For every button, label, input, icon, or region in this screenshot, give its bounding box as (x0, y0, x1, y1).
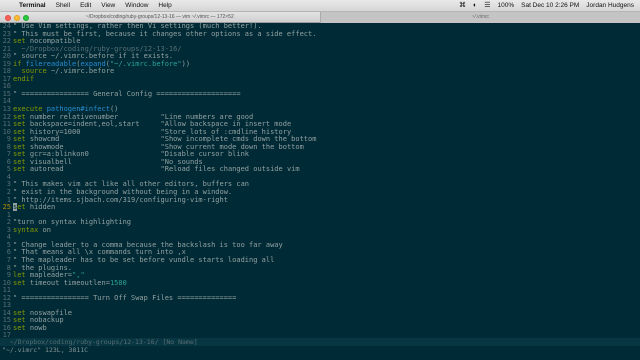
menu-bar: Terminal Shell Edit View Window Help ⌘ ◐… (0, 0, 640, 12)
editor-line[interactable]: 14 set noswapfile (0, 309, 640, 318)
editor-line[interactable]: 10 set timeout timeoutlen=1500 (0, 278, 640, 288)
tab-active[interactable]: ~/Dropbox/coding/ruby-groups/12-13-16 — … (0, 12, 320, 23)
code-token: ~/.vimrc.before (50, 67, 115, 76)
code-token: et (17, 203, 30, 212)
menu-item-edit[interactable]: Edit (75, 0, 96, 12)
line-text: set hidden (13, 203, 56, 212)
editor-line[interactable]: 15 set nobackup (0, 317, 640, 325)
minimize-window-button[interactable] (14, 14, 20, 21)
line-text: " ================ General Config ======… (13, 89, 241, 99)
menu-item-window[interactable]: Window (120, 0, 153, 12)
editor-line[interactable]: 12 " ================ Turn Off Swap Files… (0, 293, 640, 303)
editor-line[interactable]: 18 source ~/.vimrc.before (0, 68, 640, 76)
code-token: 1500 (109, 278, 127, 287)
editor-line[interactable]: 17 endif (0, 74, 640, 84)
code-token: " ================ General Config ======… (13, 89, 241, 98)
display-icon[interactable]: ◐ (473, 0, 477, 12)
code-token: "~/.vimrc.before" (109, 59, 182, 68)
tab-strip: ~/Dropbox/coding/ruby-groups/12-13-16 — … (0, 12, 640, 23)
code-token: timeout timeoutlen= (29, 278, 110, 287)
terminal-title-bar: ~/Dropbox/coding/ruby-groups/12-13-16 — … (0, 12, 640, 23)
menu-item-help[interactable]: Help (153, 0, 176, 12)
code-token: hidden (29, 203, 56, 212)
editor-line[interactable]: 7 " The mapleader has to be set before vu… (0, 256, 640, 265)
editor-line[interactable]: 23 " This must be first, because it chang… (0, 30, 640, 39)
code-token: )) (181, 59, 191, 68)
vim-status-line: ~/Dropbox/coding/ruby-groups/12-13-16/ [… (0, 338, 640, 346)
editor-line[interactable]: 25 set hidden (0, 203, 640, 212)
editor-line[interactable]: 1 " http://items.sjbach.com/319/configuri… (0, 196, 640, 205)
command-icon[interactable]: ⌘ (459, 0, 466, 12)
code-token: endif (13, 74, 35, 83)
code-token: set (13, 278, 30, 287)
editor-line[interactable]: 16 set nowb (0, 323, 640, 333)
menu-bar-status-area: ⌘ ◐ ☰ 100% Sat Dec 10 2:26 PM Jordan Hud… (459, 0, 640, 12)
editor-line[interactable]: 13 (0, 302, 640, 310)
editor-line[interactable]: 2 "turn on syntax highlighting (0, 218, 640, 227)
editor-line[interactable]: 8 " the plugins. (0, 264, 640, 273)
user-name[interactable]: Jordan Hudgens (586, 2, 634, 9)
line-text: endif (13, 74, 35, 84)
editor-line[interactable]: 3 syntax on (0, 225, 640, 235)
close-window-button[interactable] (5, 14, 11, 21)
zoom-window-button[interactable] (23, 14, 29, 21)
code-token: syntax (13, 225, 43, 234)
code-token: "Reload files changed outside vim (160, 165, 300, 174)
vim-editor[interactable]: 24 " Use Vim settings, rather then Vi set… (0, 23, 640, 338)
code-token: set (13, 165, 30, 174)
list-icon[interactable]: ☰ (484, 0, 490, 12)
line-text: set nowb (13, 323, 47, 333)
menu-item-view[interactable]: View (96, 0, 120, 12)
menu-item-shell[interactable]: Shell (51, 0, 75, 12)
code-token: autoread (29, 165, 161, 174)
window-controls (5, 14, 29, 21)
editor-line[interactable]: 5 set autoread "Reload files changed outs… (0, 166, 640, 174)
battery-status[interactable]: 100% (498, 2, 515, 9)
code-token: on (42, 225, 51, 234)
line-text: " ================ Turn Off Swap Files =… (13, 293, 237, 303)
menu-item-terminal[interactable]: Terminal (14, 0, 51, 12)
line-text: syntax on (13, 225, 51, 235)
line-text: set timeout timeoutlen=1500 (13, 278, 127, 288)
editor-line[interactable]: 15 " ================ General Config ====… (0, 89, 640, 99)
vim-command-line[interactable]: "~/.vimrc" 123L, 3811C (0, 346, 640, 360)
clock[interactable]: Sat Dec 10 2:26 PM (521, 2, 579, 9)
tab-inactive[interactable]: ~/.vimrc (319, 12, 640, 23)
code-token: set (13, 323, 30, 332)
code-token: " ================ Turn Off Swap Files =… (13, 293, 237, 302)
code-token: nowb (29, 323, 47, 332)
line-text: set autoread "Reload files changed outsi… (13, 166, 300, 174)
